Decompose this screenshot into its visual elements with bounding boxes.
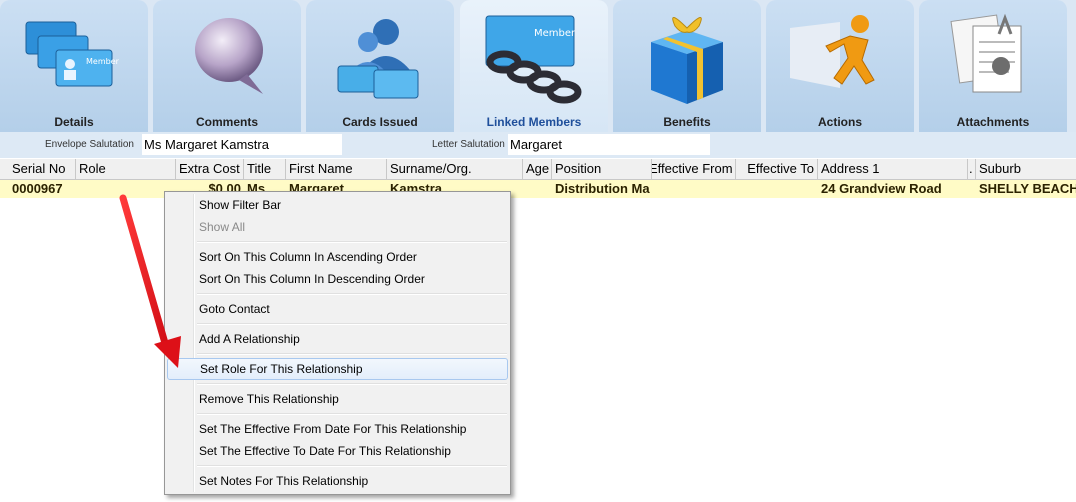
cell-address-1: 24 Grandview Road [821, 181, 942, 196]
cell-effective-to [736, 180, 818, 198]
menu-separator [197, 293, 507, 295]
menu-item-add-relationship[interactable]: Add A Relationship [167, 328, 508, 350]
cell-extra [968, 180, 976, 198]
grid-header: Serial No Role Extra Cost Title First Na… [0, 159, 1076, 180]
letter-salutation-input[interactable] [508, 134, 710, 155]
menu-separator [197, 353, 507, 355]
column-header-address-1[interactable]: Address 1 [818, 159, 968, 179]
tab-label: Attachments [956, 115, 1030, 129]
tab-label: Benefits [663, 115, 711, 129]
attached-documents-icon [950, 13, 1022, 93]
tab-benefits[interactable]: Benefits [613, 0, 761, 132]
salutation-row: Envelope Salutation Letter Salutation [0, 132, 1076, 158]
tab-comments[interactable]: Comments [153, 0, 301, 132]
menu-item-show-filter-bar[interactable]: Show Filter Bar [167, 194, 508, 216]
menu-separator [197, 241, 507, 243]
menu-item-set-role[interactable]: Set Role For This Relationship [167, 358, 508, 380]
context-menu: Show Filter Bar Show All Sort On This Co… [164, 191, 511, 495]
running-man-icon [790, 15, 875, 88]
letter-salutation-label: Letter Salutation [432, 139, 505, 150]
menu-item-goto-contact[interactable]: Goto Contact [167, 298, 508, 320]
tab-actions[interactable]: Actions [766, 0, 914, 132]
tab-label: Cards Issued [342, 115, 418, 129]
speech-bubble-icon [195, 18, 263, 94]
tab-label: Linked Members [486, 115, 582, 129]
menu-item-set-effective-from[interactable]: Set The Effective From Date For This Rel… [167, 418, 508, 440]
svg-text:Member: Member [534, 28, 576, 39]
cell-effective-from [652, 180, 736, 198]
column-header-role[interactable]: Role [76, 159, 176, 179]
members-cards-icon [337, 19, 419, 99]
tab-details[interactable]: Member Details [0, 0, 148, 132]
menu-item-remove-relationship[interactable]: Remove This Relationship [167, 388, 508, 410]
cell-position: Distribution Ma [555, 181, 650, 196]
column-header-extra-cost[interactable]: Extra Cost [176, 159, 244, 179]
envelope-salutation-input[interactable] [142, 134, 342, 155]
member-cards-icon: Member [25, 21, 120, 87]
column-header-position[interactable]: Position [552, 159, 652, 179]
menu-item-set-notes[interactable]: Set Notes For This Relationship [167, 470, 508, 492]
menu-separator [197, 383, 507, 385]
tab-strip: Member Details Comments Cards Issued Mem… [0, 0, 1076, 132]
table-row[interactable]: 0000967 $0.00 Ms Margaret Kamstra Distri… [0, 180, 1076, 198]
tab-cards-issued[interactable]: Cards Issued [306, 0, 454, 132]
column-header-effective-from[interactable]: Effective From [652, 159, 736, 179]
menu-item-set-effective-to[interactable]: Set The Effective To Date For This Relat… [167, 440, 508, 462]
gift-box-icon [651, 17, 723, 104]
column-header-surname[interactable]: Surname/Org. [387, 159, 523, 179]
cell-suburb: SHELLY BEACH [979, 181, 1076, 196]
menu-separator [197, 323, 507, 325]
column-header-serial-no[interactable]: Serial No [9, 159, 76, 179]
tab-linked-members[interactable]: Member Linked Members [460, 0, 608, 132]
menu-item-sort-ascending[interactable]: Sort On This Column In Ascending Order [167, 246, 508, 268]
column-header-extra[interactable]: . [968, 159, 976, 179]
menu-item-show-all[interactable]: Show All [167, 216, 508, 238]
column-header-age[interactable]: Age [523, 159, 552, 179]
tab-label: Comments [195, 115, 258, 129]
column-header-suburb[interactable]: Suburb [976, 159, 1076, 179]
column-header-effective-to[interactable]: Effective To [736, 159, 818, 179]
tab-label: Actions [817, 115, 862, 129]
menu-item-sort-descending[interactable]: Sort On This Column In Descending Order [167, 268, 508, 290]
menu-separator [197, 413, 507, 415]
column-header-title[interactable]: Title [244, 159, 286, 179]
tab-attachments[interactable]: Attachments [919, 0, 1067, 132]
cell-age [523, 180, 552, 198]
cell-role [76, 180, 176, 198]
column-header-first-name[interactable]: First Name [286, 159, 387, 179]
envelope-salutation-label: Envelope Salutation [45, 139, 134, 150]
chain-link-icon: Member [485, 15, 582, 104]
cell-serial-no: 0000967 [12, 181, 63, 196]
tab-label: Details [54, 115, 94, 129]
svg-text:Member: Member [86, 57, 120, 66]
menu-separator [197, 465, 507, 467]
